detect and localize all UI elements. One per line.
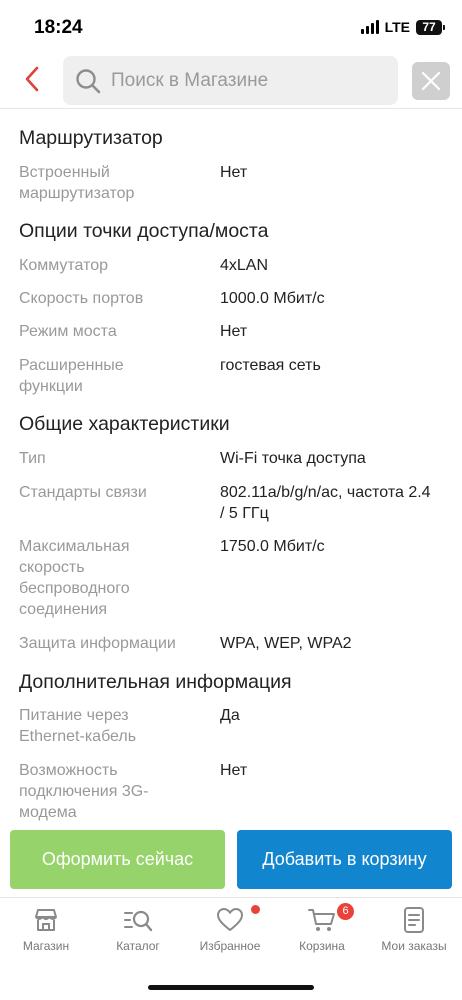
orders-icon <box>404 907 424 933</box>
battery-icon: 77 <box>416 19 445 35</box>
spec-value: Нет <box>220 762 248 779</box>
spec-label: Тип <box>19 450 46 467</box>
chevron-left-icon <box>25 66 39 92</box>
heart-icon <box>217 908 243 931</box>
nav-label: Магазин <box>22 939 70 953</box>
nav-label: Мои заказы <box>381 939 447 953</box>
section-title-general: Общие характеристики <box>19 413 230 435</box>
spec-value: Нет <box>220 323 248 340</box>
search-header <box>0 52 462 109</box>
section-title-additional: Дополнительная информация <box>19 671 292 693</box>
specifications-list[interactable]: Маршрутизатор Встроенный маршрутизатор Н… <box>0 110 462 828</box>
signal-icon <box>360 20 379 34</box>
nav-item-orders[interactable]: Мои заказы <box>368 906 460 966</box>
spec-value: Да <box>220 707 240 724</box>
nav-item-store[interactable]: Магазин <box>0 906 92 966</box>
spec-label: Встроенный маршрутизатор <box>19 164 135 202</box>
cart-count-badge: 6 <box>337 903 354 920</box>
nav-item-cart[interactable]: 6 Корзина <box>276 903 368 966</box>
spec-label: Максимальная скорость беспроводного соед… <box>19 538 130 618</box>
home-indicator <box>148 985 314 990</box>
network-type: LTE <box>384 19 410 35</box>
search-input[interactable] <box>111 56 391 105</box>
add-to-cart-button[interactable]: Добавить в корзину <box>237 830 452 889</box>
back-button[interactable] <box>18 64 48 94</box>
cart-icon <box>308 909 335 931</box>
spec-value: Нет <box>220 164 248 181</box>
nav-label: Корзина <box>299 939 345 953</box>
spec-label: Питание через Ethernet-кабель <box>19 707 137 745</box>
nav-label: Каталог <box>116 939 160 953</box>
catalog-search-icon <box>124 910 153 932</box>
spec-value: 802.11a/b/g/n/ac, частота 2.4 / 5 ГГц <box>220 484 431 522</box>
nav-item-favorites[interactable]: Избранное <box>184 905 276 966</box>
store-icon <box>35 909 57 931</box>
close-icon <box>421 71 441 91</box>
spec-label: Стандарты связи <box>19 484 147 501</box>
status-time: 18:24 <box>34 17 83 38</box>
search-box[interactable] <box>63 56 398 105</box>
spec-label: Расширенные функции <box>19 357 124 395</box>
status-bar: 18:24 LTE 77 <box>0 0 462 52</box>
spec-value: Wi-Fi точка доступа <box>220 450 366 467</box>
spec-label: Режим моста <box>19 323 117 340</box>
clear-search-button[interactable] <box>412 62 450 100</box>
spec-value: WPA, WEP, WPA2 <box>220 635 352 652</box>
spec-label: Скорость портов <box>19 290 144 307</box>
status-indicators: LTE 77 <box>360 19 445 35</box>
spec-value: гостевая сеть <box>220 357 321 374</box>
spec-label: Коммутатор <box>19 257 109 274</box>
spec-label: Защита информации <box>19 635 176 652</box>
spec-value: 1750.0 Мбит/с <box>220 538 325 555</box>
checkout-now-button[interactable]: Оформить сейчас <box>10 830 225 889</box>
search-icon <box>76 69 101 94</box>
spec-label: Возможность подключения 3G-модема <box>19 762 149 821</box>
favorites-notification-dot <box>251 905 260 914</box>
section-title-access-point: Опции точки доступа/моста <box>19 220 269 242</box>
spec-value: 4xLAN <box>220 257 269 274</box>
nav-label: Избранное <box>199 939 261 953</box>
nav-item-catalog[interactable]: Каталог <box>92 906 184 966</box>
section-title-router: Маршрутизатор <box>19 127 163 149</box>
spec-value: 1000.0 Мбит/с <box>220 290 325 307</box>
